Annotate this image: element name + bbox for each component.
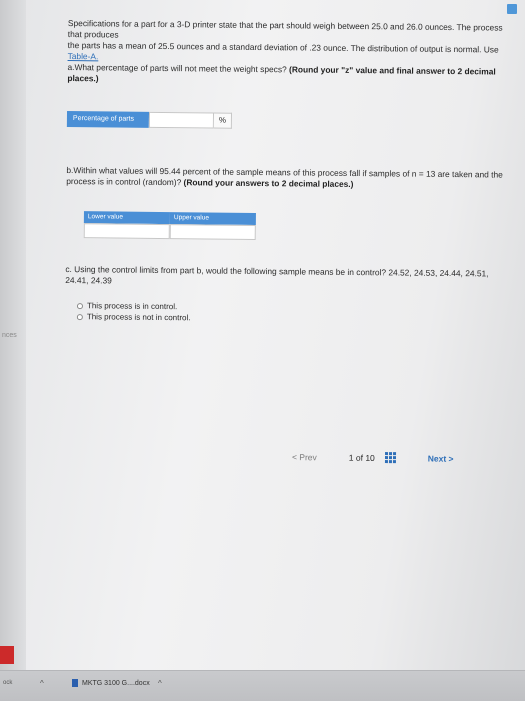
part-c-options: This process is in control. This process… xyxy=(65,300,505,327)
upper-value-header: Upper value xyxy=(169,212,256,225)
app-badge-icon xyxy=(0,646,14,664)
upper-value-input[interactable] xyxy=(169,224,256,240)
part-b-answer-table: Lower value Upper value xyxy=(83,211,506,242)
radio-in-control[interactable] xyxy=(76,302,84,309)
question-content: Specifications for a part for a 3-D prin… xyxy=(65,18,508,327)
page-indicator: 1 of 10 xyxy=(348,452,375,463)
table-a-link[interactable]: Table-A. xyxy=(68,51,99,61)
upper-value-column: Upper value xyxy=(169,212,256,240)
percentage-label: Percentage of parts xyxy=(66,110,150,128)
part-c-question: c. Using the control limits from part b,… xyxy=(65,263,489,286)
radio-not-in-control[interactable] xyxy=(76,313,83,320)
lower-value-header: Lower value xyxy=(83,211,170,225)
chevron-up-icon-2[interactable]: ^ xyxy=(158,679,162,688)
lower-value-input[interactable] xyxy=(83,223,170,240)
problem-line-1: Specifications for a part for a 3-D prin… xyxy=(67,18,503,40)
part-a-answer-row: Percentage of parts % xyxy=(66,110,507,132)
part-a-question: a.What percentage of parts will not meet… xyxy=(67,61,287,75)
word-doc-icon xyxy=(72,679,78,687)
grid-view-icon[interactable] xyxy=(384,452,396,464)
sidebar-edge-label: nces xyxy=(2,332,17,339)
chevron-up-icon[interactable]: ^ xyxy=(40,679,44,688)
prev-button[interactable]: < Prev xyxy=(292,452,317,462)
problem-statement: Specifications for a part for a 3-D prin… xyxy=(67,18,508,89)
option-in-control-label: This process is in control. xyxy=(86,301,178,312)
taskbar: ock ^ MKTG 3100 G....docx ^ xyxy=(0,670,525,701)
download-item[interactable]: MKTG 3100 G....docx xyxy=(72,679,150,687)
next-button[interactable]: Next > xyxy=(428,453,454,463)
lower-value-column: Lower value xyxy=(83,211,170,240)
taskbar-left-label: ock xyxy=(3,680,13,686)
percentage-input[interactable] xyxy=(148,111,215,129)
pagination: < Prev 1 of 10 Next > xyxy=(292,451,472,464)
percent-unit: % xyxy=(213,112,233,129)
part-b-question: b.Within what values will 95.44 percent … xyxy=(66,164,503,189)
part-b-instructions: (Round your answers to 2 decimal places.… xyxy=(183,177,354,189)
left-sidebar-strip: nces xyxy=(0,0,26,700)
problem-line-2: the parts has a mean of 25.5 ounces and … xyxy=(67,39,499,55)
option-not-in-control-label: This process is not in control. xyxy=(86,312,191,323)
download-file-name: MKTG 3100 G....docx xyxy=(82,679,150,687)
top-right-marker-icon xyxy=(507,4,517,14)
